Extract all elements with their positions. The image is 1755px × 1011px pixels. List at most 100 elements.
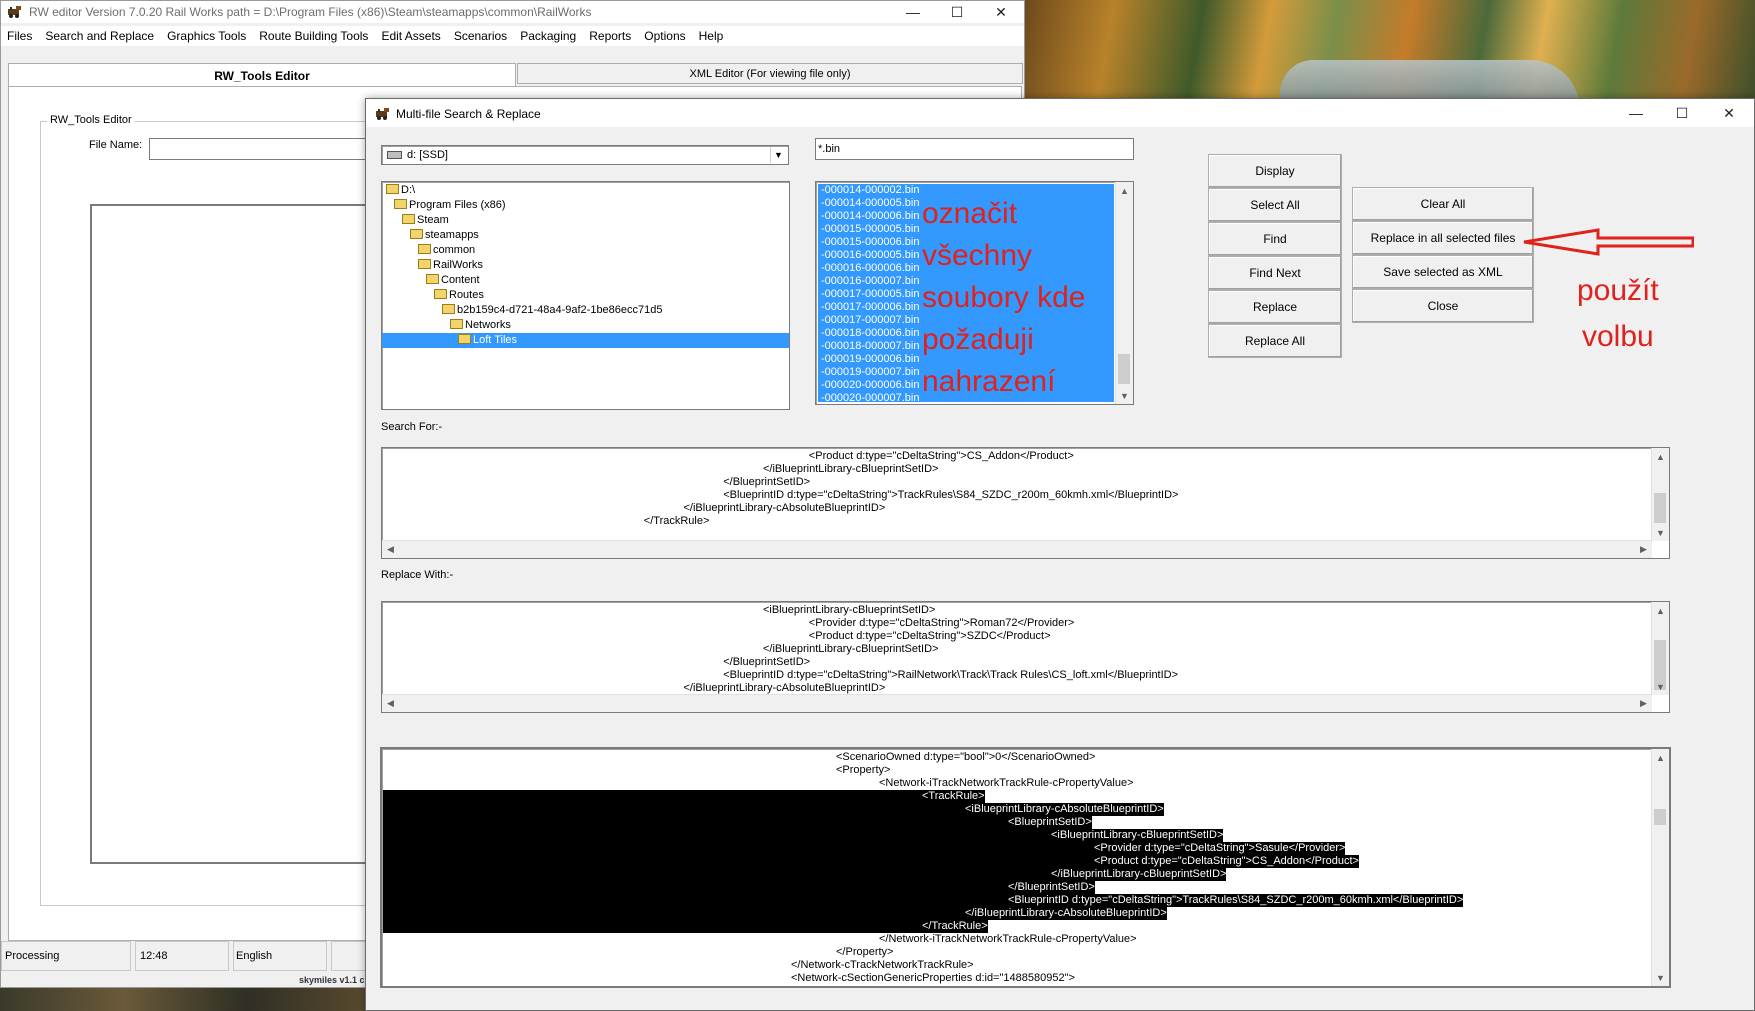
close-icon[interactable]: ✕ [1706,102,1752,124]
search-for-textarea[interactable]: <Product d:type="cDeltaString">CS_Addon<… [381,447,1670,559]
folder-tree[interactable]: D:\ Program Files (x86) Steam steamapps comm… [381,181,790,410]
folder-tree-item[interactable]: Program Files (x86) [382,198,789,213]
menu-graphics-tools[interactable]: Graphics Tools [167,29,246,43]
scroll-down-icon[interactable]: ▼ [1652,678,1669,695]
tab-rw-tools-editor[interactable]: RW_Tools Editor [8,63,516,87]
scroll-thumb[interactable] [1654,493,1666,523]
search-for-label: Search For:- [381,421,443,433]
clear-all-button[interactable]: Clear All [1352,187,1534,221]
minimize-icon[interactable]: — [890,1,936,23]
maximize-icon[interactable]: ☐ [934,1,980,23]
output-textarea[interactable]: <ScenarioOwned d:type="bool">0</Scenario… [380,747,1671,988]
selection-highlight [383,920,922,933]
replace-button[interactable]: Replace [1208,290,1342,324]
select-all-button[interactable]: Select All [1208,188,1342,222]
search-for-text: <Product d:type="cDeltaString">CS_Addon<… [384,450,1179,528]
selection-highlight [383,803,965,816]
file-list-item[interactable]: -000018-000006.bin [821,327,919,340]
folder-tree-item[interactable]: Networks [382,318,789,333]
scroll-left-icon[interactable]: ◀ [382,541,399,558]
search-vscroll[interactable]: ▲ ▼ [1651,448,1669,541]
scroll-down-icon[interactable]: ▼ [1116,387,1133,404]
display-button[interactable]: Display [1208,154,1342,188]
scroll-thumb[interactable] [1118,354,1130,384]
find-next-button[interactable]: Find Next [1208,256,1342,290]
output-line-text: <TrackRule> [922,790,985,803]
folder-tree-item[interactable]: Loft Tiles [382,333,789,348]
replace-with-textarea[interactable]: <iBlueprintLibrary-cBlueprintSetID> <Pro… [381,601,1670,713]
file-list-item[interactable]: -000018-000007.bin [821,340,919,353]
file-list-item[interactable]: -000016-000007.bin [821,275,919,288]
annotation-line: všechny [922,239,1033,272]
search-hscroll[interactable]: ◀ ▶ [382,540,1652,558]
file-list-item[interactable]: -000017-000005.bin [821,288,919,301]
chevron-down-icon[interactable]: ▼ [770,147,786,163]
menu-reports[interactable]: Reports [589,29,631,43]
annotation-line: požaduji [922,323,1034,356]
scroll-down-icon[interactable]: ▼ [1652,969,1669,986]
tab-xml-editor[interactable]: XML Editor (For viewing file only) [517,63,1023,84]
selection-highlight [383,868,1051,881]
file-list-item[interactable]: -000019-000007.bin [821,366,919,379]
file-filter-input[interactable] [815,138,1134,160]
file-name-input[interactable] [149,138,380,160]
scroll-down-icon[interactable]: ▼ [1652,524,1669,541]
replace-hscroll[interactable]: ◀ ▶ [382,694,1652,712]
minimize-icon[interactable]: — [1613,102,1659,124]
scroll-up-icon[interactable]: ▲ [1652,448,1669,465]
output-line-text: <BlueprintID d:type="cDeltaString">Track… [1008,894,1464,907]
scroll-left-icon[interactable]: ◀ [382,695,399,712]
scroll-right-icon[interactable]: ▶ [1635,541,1652,558]
file-list-scrollbar[interactable]: ▲ ▼ [1115,182,1133,404]
replace-all-button[interactable]: Replace All [1208,324,1342,358]
file-list-item[interactable]: -000017-000007.bin [821,314,919,327]
drive-select[interactable]: d: [SSD] ▼ [381,145,789,165]
save-selected-as-xml-button[interactable]: Save selected as XML [1352,255,1534,289]
file-list-item[interactable]: -000016-000005.bin [821,249,919,262]
menu-packaging[interactable]: Packaging [520,29,576,43]
folder-tree-item[interactable]: Routes [382,288,789,303]
replace-in-all-selected-files-button[interactable]: Replace in all selected files [1352,221,1534,255]
scroll-up-icon[interactable]: ▲ [1116,182,1133,199]
file-list-item[interactable]: -000015-000006.bin [821,236,919,249]
close-icon[interactable]: ✕ [978,1,1024,23]
folder-tree-item[interactable]: D:\ [382,183,789,198]
file-list-item[interactable]: -000019-000006.bin [821,353,919,366]
menu-edit-assets[interactable]: Edit Assets [381,29,440,43]
replace-with-label: Replace With:- [381,569,454,581]
close-button[interactable]: Close [1352,289,1534,323]
menu-options[interactable]: Options [644,29,685,43]
menu-scenarios[interactable]: Scenarios [454,29,507,43]
menu-route-building-tools[interactable]: Route Building Tools [259,29,368,43]
folder-tree-item[interactable]: common [382,243,789,258]
file-list-item[interactable]: -000014-000002.bin [821,184,919,197]
file-list-item[interactable]: -000015-000005.bin [821,223,919,236]
file-list-item[interactable]: -000020-000007.bin [821,392,919,404]
file-list-item[interactable]: -000014-000006.bin [821,210,919,223]
selection-highlight [383,881,1008,894]
folder-tree-item[interactable]: b2b159c4-d721-48a4-9af2-1be86ecc71d5 [382,303,789,318]
file-list-item[interactable]: -000016-000006.bin [821,262,919,275]
file-list-item[interactable]: -000017-000006.bin [821,301,919,314]
maximize-icon[interactable]: ☐ [1659,102,1705,124]
menu-files[interactable]: Files [7,29,32,43]
folder-tree-item[interactable]: steamapps [382,228,789,243]
output-line: </TrackRule> [383,920,1653,933]
scroll-up-icon[interactable]: ▲ [1652,749,1669,766]
menu-search-and-replace[interactable]: Search and Replace [45,29,154,43]
scroll-right-icon[interactable]: ▶ [1635,695,1652,712]
folder-tree-item[interactable]: RailWorks [382,258,789,273]
folder-tree-item[interactable]: Content [382,273,789,288]
scroll-thumb[interactable] [1654,809,1666,825]
replace-vscroll[interactable]: ▲ ▼ [1651,602,1669,695]
file-list-item[interactable]: -000020-000006.bin [821,379,919,392]
output-line: </iBlueprintLibrary-cBlueprintSetID> [383,868,1653,881]
file-list-item[interactable]: -000014-000005.bin [821,197,919,210]
output-vscroll[interactable]: ▲ ▼ [1651,749,1669,986]
scroll-up-icon[interactable]: ▲ [1652,602,1669,619]
output-line: <TrackRule> [383,790,1653,803]
folder-icon [450,319,463,329]
find-button[interactable]: Find [1208,222,1342,256]
folder-tree-item[interactable]: Steam [382,213,789,228]
menu-help[interactable]: Help [699,29,724,43]
